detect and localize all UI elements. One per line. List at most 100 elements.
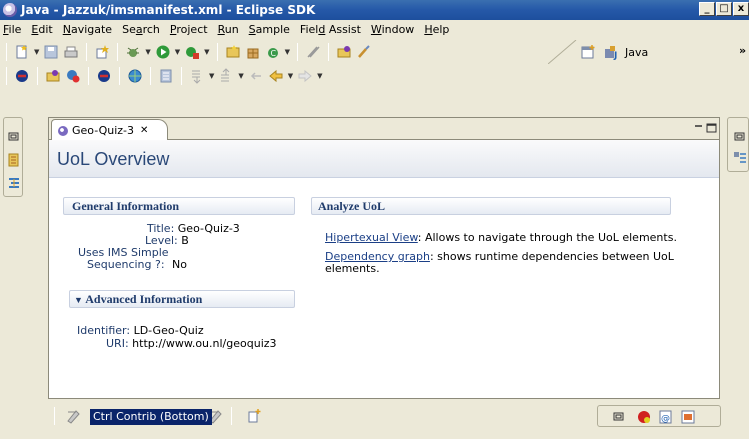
sequencing-label: Sequencing ?: — [87, 258, 165, 271]
menu-sample[interactable]: Sample — [249, 23, 290, 36]
breakpoint-icon[interactable] — [96, 68, 112, 84]
editor-area: Geo-Quiz-3 ✕ UoL Overview General Inform… — [48, 117, 720, 399]
page-title: UoL Overview — [57, 149, 170, 169]
java-perspective-icon[interactable]: J — [604, 44, 620, 60]
dropdown-arrow[interactable]: ▼ — [145, 48, 150, 56]
perspective-switcher[interactable]: J Java — [578, 44, 648, 60]
last-edit-location-icon[interactable] — [248, 68, 264, 84]
hierarchy-icon[interactable] — [7, 176, 21, 190]
external-tools-icon[interactable] — [184, 44, 200, 60]
run-icon[interactable] — [155, 44, 171, 60]
menu-search[interactable]: Search — [122, 23, 160, 36]
uri-row: URI: http://www.ou.nl/geoquiz3 — [106, 337, 277, 350]
previous-annotation-icon[interactable] — [218, 68, 234, 84]
open-folder-icon[interactable] — [45, 68, 61, 84]
show-whitespace-icon[interactable] — [158, 68, 174, 84]
debug-perspective-icon[interactable] — [14, 68, 30, 84]
svg-text:@: @ — [661, 414, 670, 424]
next-annotation-icon[interactable] — [189, 68, 205, 84]
menu-help[interactable]: Help — [424, 23, 449, 36]
problems-icon[interactable] — [636, 409, 652, 425]
toggle-mark-occurrences-icon[interactable] — [305, 44, 321, 60]
contribution-icon[interactable] — [66, 408, 82, 424]
toolbar-separator — [296, 43, 298, 61]
restore-view-icon[interactable] — [733, 132, 747, 142]
close-tab-icon[interactable]: ✕ — [140, 125, 148, 136]
dependency-graph-description: : shows runtime dependencies between UoL — [429, 250, 674, 263]
dropdown-arrow[interactable]: ▼ — [209, 72, 214, 80]
menu-bar: File Edit Navigate Search Project Run Sample Fi… — [0, 20, 749, 39]
forward-icon[interactable] — [297, 68, 313, 84]
restore-button[interactable]: □ — [716, 2, 732, 16]
javadoc-icon[interactable]: @ — [658, 409, 674, 425]
menu-project[interactable]: Project — [170, 23, 208, 36]
section-analyze-uol: Analyze UoL — [311, 197, 671, 215]
toolbar-separator — [6, 67, 7, 85]
toolbar-separator — [231, 407, 232, 425]
new-wizard-icon[interactable] — [94, 44, 110, 60]
new-package-icon[interactable] — [245, 44, 261, 60]
minimize-button[interactable]: _ — [699, 2, 715, 16]
dropdown-arrow[interactable]: ▼ — [34, 48, 39, 56]
web-browser-icon[interactable] — [127, 68, 143, 84]
search-icon[interactable] — [356, 44, 372, 60]
globe-search-icon[interactable] — [65, 68, 81, 84]
dropdown-arrow[interactable]: ▼ — [238, 72, 243, 80]
dropdown-arrow[interactable]: ▼ — [285, 48, 290, 56]
restore-view-icon[interactable] — [612, 412, 626, 422]
dependency-graph-description-cont: elements. — [325, 262, 380, 275]
dropdown-arrow[interactable]: ▼ — [175, 48, 180, 56]
main-toolbar-row-1: ▼ ▼ ▼ ▼ C ▼ J Java » — [0, 40, 749, 64]
package-explorer-icon[interactable] — [7, 153, 21, 167]
ctrl-contrib-bottom[interactable]: Ctrl Contrib (Bottom) — [90, 409, 212, 425]
save-icon[interactable] — [43, 44, 59, 60]
uri-value: http://www.ou.nl/geoquiz3 — [132, 337, 277, 350]
svg-text:J: J — [613, 51, 617, 60]
dropdown-arrow[interactable]: ▼ — [317, 72, 322, 80]
toolbar-overflow[interactable]: » — [739, 44, 746, 57]
collapse-arrow-icon[interactable]: ▼ — [74, 295, 83, 305]
open-perspective-icon[interactable] — [580, 44, 596, 60]
form-header: UoL Overview — [49, 140, 719, 178]
advanced-heading: Advanced Information — [85, 292, 203, 306]
menu-file[interactable]: File — [3, 23, 21, 36]
toolbar-separator — [117, 43, 119, 61]
open-type-icon[interactable] — [336, 44, 352, 60]
level-value: B — [181, 234, 189, 247]
new-class-icon[interactable]: C — [265, 44, 281, 60]
section-advanced-information[interactable]: ▼ Advanced Information — [69, 290, 295, 308]
main-toolbar-row-2: ▼ ▼ ▼ ▼ — [0, 64, 560, 88]
left-trim-stack — [3, 117, 23, 197]
close-button[interactable]: x — [733, 2, 749, 16]
identifier-label: Identifier: — [77, 324, 131, 337]
hipertexual-view-link[interactable]: Hipertexual View — [325, 231, 418, 244]
editor-tab-geo-quiz[interactable]: Geo-Quiz-3 ✕ — [51, 119, 168, 141]
toolbar-separator — [88, 67, 89, 85]
toolbar-separator — [54, 407, 55, 425]
menu-window[interactable]: Window — [371, 23, 414, 36]
menu-run[interactable]: Run — [218, 23, 239, 36]
uri-label: URI: — [106, 337, 129, 350]
toolbar-separator — [181, 67, 182, 85]
restore-view-icon[interactable] — [7, 132, 21, 142]
window-titlebar: Java - Jazzuk/imsmanifest.xml - Eclipse … — [0, 0, 749, 20]
perspective-label[interactable]: Java — [625, 46, 648, 59]
declaration-icon[interactable] — [680, 409, 696, 425]
back-icon[interactable] — [268, 68, 284, 84]
new-java-project-icon[interactable] — [225, 44, 241, 60]
toolbar-separator — [86, 43, 88, 61]
menu-edit[interactable]: Edit — [31, 23, 52, 36]
menu-field-assist[interactable]: Field Assist — [300, 23, 361, 36]
editor-tab-strip: Geo-Quiz-3 ✕ — [49, 118, 719, 141]
debug-icon[interactable] — [125, 44, 141, 60]
dropdown-arrow[interactable]: ▼ — [204, 48, 209, 56]
outline-icon[interactable] — [733, 151, 747, 165]
new-view-icon[interactable] — [246, 408, 262, 424]
new-file-icon[interactable] — [14, 44, 30, 60]
editor-tab-label: Geo-Quiz-3 — [72, 124, 135, 137]
minimize-maximize-icon[interactable] — [693, 122, 719, 134]
print-icon[interactable] — [63, 44, 79, 60]
manifest-icon — [58, 125, 68, 136]
menu-navigate[interactable]: Navigate — [63, 23, 112, 36]
dropdown-arrow[interactable]: ▼ — [288, 72, 293, 80]
